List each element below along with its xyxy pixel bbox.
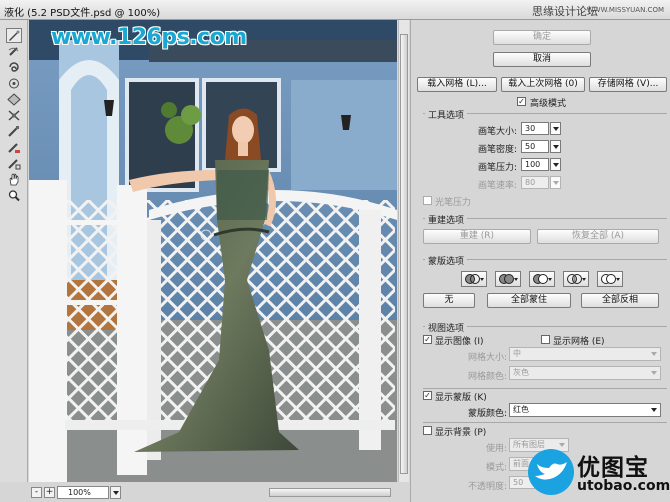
vertical-scrollbar[interactable] (398, 20, 409, 482)
mask-subtract-icon (533, 274, 548, 284)
tool-options-title: 工具选项 (425, 108, 468, 121)
mask-add-selection-button[interactable] (495, 271, 521, 287)
mesh-size-label: 网格大小: (467, 353, 507, 363)
tool-panel (0, 20, 28, 482)
pucker-tool[interactable] (6, 76, 22, 91)
mesh-color-label: 网格颜色: (467, 372, 507, 382)
horizontal-scroll-thumb[interactable] (269, 488, 391, 497)
advanced-mode-checkbox[interactable]: ✓ (517, 97, 526, 106)
zoom-out-button[interactable]: - (31, 487, 42, 498)
mask-options-title: 蒙版选项 (425, 254, 468, 267)
title-bar: 液化 (5.2 PSD文件.psd @ 100%) 思缘设计论坛 WWW.MIS… (0, 0, 670, 20)
zoom-dropdown-arrow[interactable] (110, 486, 121, 499)
brush-size-dropdown[interactable] (550, 122, 561, 135)
site-logo: 优图宝 utobao.com (525, 440, 670, 502)
zoom-bar: - + 100% (29, 486, 409, 500)
brush-size-field[interactable]: 30 (521, 122, 549, 135)
logo-en-text: utobao.com (577, 478, 670, 494)
mask-intersect-selection-button[interactable] (563, 271, 589, 287)
load-last-mesh-button[interactable]: 载入上次网格 (0) (501, 77, 585, 92)
reconstruct-icon (8, 47, 19, 56)
invert-all-button[interactable]: 全部反相 (581, 293, 659, 308)
reconstruct-button[interactable]: 重建 (R) (423, 229, 531, 244)
freeze-mask-icon (8, 159, 21, 170)
reconstruct-options-title: 重建选项 (425, 213, 468, 226)
brush-density-field[interactable]: 50 (521, 140, 549, 153)
view-options-title: 视图选项 (425, 321, 468, 334)
bloat-icon (7, 93, 21, 106)
backdrop-use-label: 使用: (485, 444, 507, 454)
zoom-in-button[interactable]: + (44, 487, 55, 498)
restore-all-button[interactable]: 恢复全部 (A) (537, 229, 659, 244)
preview-canvas[interactable]: www.126ps.com (29, 20, 397, 482)
mask-all-button[interactable]: 全部蒙住 (487, 293, 571, 308)
show-mesh-checkbox[interactable] (541, 335, 550, 344)
mesh-size-select[interactable]: 中 (509, 347, 661, 361)
load-mesh-button[interactable]: 载入网格 (L)... (417, 77, 497, 92)
brush-pressure-label: 画笔压力: (477, 163, 517, 173)
mask-add-icon (499, 274, 514, 284)
mask-color-select[interactable]: 红色 (509, 403, 661, 417)
mirror-icon (8, 126, 19, 137)
mask-replace-selection-button[interactable] (461, 271, 487, 287)
mask-intersect-icon (567, 274, 582, 284)
save-mesh-button[interactable]: 存储网格 (V)... (589, 77, 667, 92)
show-backdrop-checkbox[interactable] (423, 426, 432, 435)
bloat-tool[interactable] (6, 92, 22, 107)
mask-invert-icon (601, 274, 616, 284)
logo-cn-text: 优图宝 (577, 455, 649, 481)
bird-icon (528, 449, 574, 495)
brush-size-label: 画笔大小: (477, 127, 517, 137)
zoom-icon (8, 190, 20, 202)
brush-rate-dropdown[interactable] (550, 176, 561, 189)
mask-replace-icon (465, 274, 480, 284)
show-image-checkbox[interactable]: ✓ (423, 335, 432, 344)
show-backdrop-label: 显示背景 (P) (435, 428, 487, 438)
mesh-color-select[interactable]: 灰色 (509, 366, 661, 380)
ok-button[interactable]: 确定 (493, 30, 591, 45)
brush-pressure-field[interactable]: 100 (521, 158, 549, 171)
cancel-button[interactable]: 取消 (493, 52, 591, 67)
reconstruct-tool[interactable] (6, 44, 22, 59)
push-left-icon (8, 110, 20, 121)
pucker-icon (9, 78, 19, 89)
hand-tool[interactable] (6, 172, 22, 187)
brush-rate-field[interactable]: 80 (521, 176, 549, 189)
canvas-watermark: www.126ps.com (51, 25, 247, 50)
brush-density-label: 画笔密度: (477, 145, 517, 155)
forward-warp-icon (9, 30, 20, 41)
turbulence-icon (8, 143, 20, 153)
mask-color-label: 蒙版颜色: (467, 409, 507, 419)
window-title: 液化 (5.2 PSD文件.psd @ 100%) (4, 8, 161, 19)
brush-rate-label: 画笔速率: (477, 181, 517, 191)
advanced-mode-label: 高级模式 (530, 99, 567, 109)
twirl-tool[interactable] (6, 60, 22, 75)
show-mesh-label: 显示网格 (E) (553, 337, 605, 347)
stylus-pressure-checkbox[interactable] (423, 196, 432, 205)
mirror-tool[interactable] (6, 124, 22, 139)
mask-subtract-selection-button[interactable] (529, 271, 555, 287)
backdrop-mode-label: 模式: (485, 463, 507, 473)
forward-warp-tool[interactable] (6, 28, 22, 43)
zoom-tool[interactable] (6, 188, 22, 203)
show-mask-label: 显示蒙版 (K) (435, 393, 487, 403)
brand-url: WWW.MISSYUAN.COM (586, 6, 664, 14)
turbulence-tool[interactable] (6, 140, 22, 155)
freeze-mask-tool[interactable] (6, 156, 22, 171)
stylus-pressure-label: 光笔压力 (435, 198, 472, 208)
mask-invert-selection-button[interactable] (597, 271, 623, 287)
twirl-icon (9, 62, 19, 72)
zoom-level-field[interactable]: 100% (57, 486, 109, 499)
brush-density-dropdown[interactable] (550, 140, 561, 153)
push-left-tool[interactable] (6, 108, 22, 123)
hand-icon (9, 173, 19, 186)
options-panel: 确定 取消 载入网格 (L)... 载入上次网格 (0) 存储网格 (V)...… (410, 20, 670, 502)
vertical-scroll-thumb[interactable] (400, 34, 408, 474)
photo-preview (29, 20, 397, 482)
mask-none-button[interactable]: 无 (423, 293, 475, 308)
show-mask-checkbox[interactable]: ✓ (423, 391, 432, 400)
brush-pressure-dropdown[interactable] (550, 158, 561, 171)
backdrop-opacity-label: 不透明度: (467, 482, 507, 492)
show-image-label: 显示图像 (I) (435, 337, 484, 347)
